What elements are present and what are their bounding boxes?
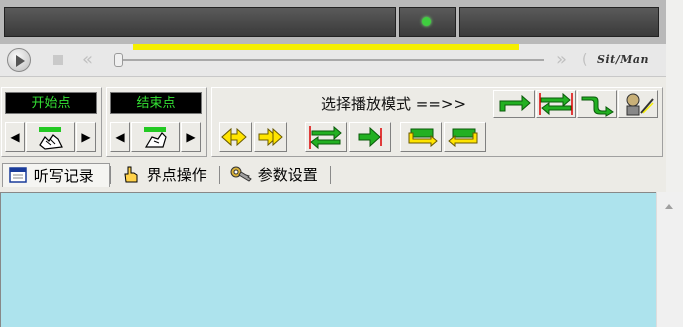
tab-label: 界点操作 — [146, 166, 207, 184]
skip-back-button[interactable] — [219, 122, 252, 152]
stop-button[interactable] — [53, 55, 63, 65]
u-turn-left-icon — [408, 128, 438, 148]
end-prev-button[interactable]: ◀ — [110, 122, 130, 152]
skip-forward-button[interactable] — [254, 122, 287, 152]
tab-label: 参数设置 — [257, 166, 318, 184]
double-arrow-right-icon — [258, 127, 283, 147]
arrow-right-icon — [358, 126, 382, 148]
forward-partial: ( — [582, 52, 588, 68]
hand-pointer-icon — [124, 166, 138, 183]
start-point-display: 开始点 — [5, 92, 97, 114]
tab-boundary-ops[interactable]: 界点操作 — [116, 163, 219, 187]
wave-arrow-icon — [581, 96, 614, 117]
next-segment-button[interactable] — [349, 122, 391, 152]
u-turn-right-icon — [448, 128, 478, 148]
set-start-point-button[interactable] — [26, 122, 75, 152]
end-point-panel: 结束点 ◀ ▶ — [106, 87, 207, 157]
forward-button[interactable]: » — [556, 50, 567, 70]
track-title-display — [4, 7, 396, 37]
repeat-arrows-icon — [309, 125, 342, 150]
tab-settings[interactable]: 参数设置 — [225, 163, 330, 187]
mode-loop-button[interactable] — [536, 90, 576, 118]
tab-divider — [219, 166, 220, 184]
dictation-text-area[interactable] — [0, 192, 656, 327]
status-led-icon — [422, 17, 431, 26]
loop-end-button[interactable] — [444, 122, 486, 152]
mode-custom-button[interactable] — [618, 90, 658, 118]
arrow-right-turn-icon — [499, 94, 531, 112]
start-prev-button[interactable]: ◀ — [5, 122, 25, 152]
playback-mode-panel: 选择播放模式 ==>> — [211, 87, 663, 157]
start-point-panel: 开始点 ◀ ▶ — [1, 87, 102, 157]
progress-highlight — [133, 44, 519, 50]
top-status-bar — [0, 0, 666, 44]
tab-label: 听写记录 — [33, 167, 94, 185]
time-display — [459, 7, 659, 37]
repeat-button[interactable] — [305, 122, 347, 152]
tab-divider — [330, 166, 331, 184]
transport-bar: « » ( Sit/Man — [0, 44, 666, 77]
key-icon — [230, 166, 252, 182]
set-end-point-button[interactable] — [131, 122, 180, 152]
vertical-scrollbar[interactable] — [656, 192, 683, 327]
play-button[interactable] — [7, 48, 31, 72]
seek-track[interactable] — [114, 59, 544, 61]
tab-divider — [110, 166, 111, 184]
window-edge — [666, 0, 683, 192]
double-arrow-left-icon — [221, 127, 247, 147]
end-next-button[interactable]: ▶ — [181, 122, 201, 152]
loop-arrows-icon — [539, 92, 573, 116]
end-point-display: 结束点 — [110, 92, 202, 114]
hand-pointer-icon — [39, 127, 63, 150]
user-edit-icon — [626, 93, 654, 116]
rewind-button[interactable]: « — [82, 50, 93, 70]
playback-mode-label: 选择播放模式 ==>> — [321, 95, 467, 113]
start-next-button[interactable]: ▶ — [76, 122, 96, 152]
mode-single-button[interactable] — [493, 90, 535, 118]
hand-pointer-icon — [144, 127, 167, 148]
brand-logo: Sit/Man — [597, 53, 650, 66]
seek-thumb[interactable] — [114, 53, 123, 67]
scroll-up-icon[interactable] — [663, 201, 675, 211]
tab-dictation-log[interactable]: 听写记录 — [2, 163, 110, 187]
loop-start-button[interactable] — [400, 122, 442, 152]
status-indicator-panel — [399, 7, 456, 37]
tab-bar: 听写记录 界点操作 参数设置 — [0, 160, 666, 190]
mode-continue-button[interactable] — [577, 90, 617, 118]
notebook-icon — [9, 167, 27, 183]
